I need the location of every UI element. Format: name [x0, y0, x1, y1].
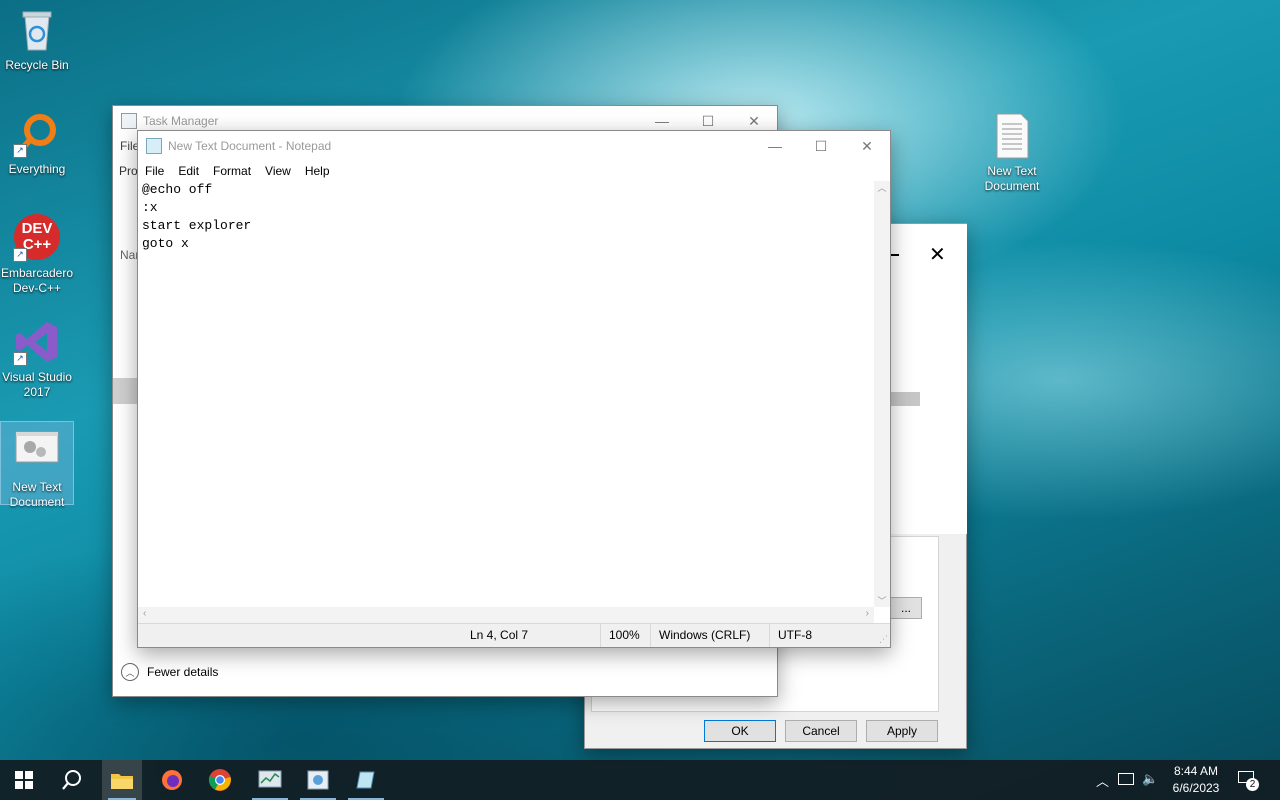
menu-edit[interactable]: Edit — [171, 164, 206, 178]
resize-grip-icon[interactable]: ⋰ — [879, 634, 888, 645]
apply-button[interactable]: Apply — [866, 720, 938, 742]
scroll-left-icon[interactable]: ‹ — [143, 608, 146, 619]
notepad-icon — [356, 771, 375, 789]
taskbar-file-explorer[interactable] — [102, 760, 142, 800]
window-title: New Text Document - Notepad — [168, 139, 332, 153]
clock-date: 6/6/2023 — [1172, 781, 1220, 795]
clock-time: 8:44 AM — [1173, 764, 1219, 778]
status-position: Ln 4, Col 7 — [470, 628, 529, 642]
shortcut-arrow-icon: ↗ — [13, 144, 27, 158]
network-icon[interactable] — [1118, 773, 1134, 785]
shortcut-arrow-icon: ↗ — [13, 248, 27, 262]
browse-button[interactable]: ... — [890, 597, 922, 619]
show-hidden-icons-chevron[interactable]: ︿ — [1096, 771, 1109, 790]
tab-processes[interactable]: Pro — [119, 164, 138, 178]
close-button[interactable]: ✕ — [844, 131, 890, 161]
taskbar: ︿ 🔈 8:44 AM 6/6/2023 2 — [0, 760, 1280, 800]
notepad-icon — [146, 138, 162, 154]
desktop-icon-dev-cpp[interactable]: DEV C++ ↗ Embarcadero Dev-C++ — [0, 214, 74, 298]
windows-logo-icon — [15, 771, 33, 789]
scroll-down-icon[interactable]: ﹀ — [874, 594, 890, 607]
desktop-icon-visual-studio[interactable]: ↗ Visual Studio 2017 — [0, 318, 74, 402]
file-explorer-icon — [111, 774, 133, 789]
cancel-button[interactable]: Cancel — [785, 720, 857, 742]
ok-button[interactable]: OK — [704, 720, 776, 742]
taskbar-task-manager[interactable] — [246, 760, 294, 800]
taskbar-notepad[interactable] — [342, 760, 390, 800]
notepad-titlebar[interactable]: New Text Document - Notepad — ☐ ✕ — [138, 131, 890, 161]
menu-help[interactable]: Help — [298, 164, 337, 178]
desktop-icon-batch-file[interactable]: New Text Document — [0, 421, 74, 509]
close-icon[interactable]: ✕ — [929, 244, 946, 266]
window-title: Task Manager — [143, 114, 219, 128]
everything-search-icon: ↗ — [13, 110, 61, 158]
recycle-bin-icon — [13, 6, 61, 54]
shortcut-arrow-icon: ↗ — [13, 352, 27, 366]
task-manager-icon — [258, 770, 282, 788]
desktop-icon-label: Dev-C++ — [12, 281, 62, 295]
minimize-button[interactable]: — — [752, 131, 798, 161]
taskbar-firefox[interactable] — [148, 760, 196, 800]
status-zoom: 100% — [600, 624, 651, 647]
desktop-icon-label: Document — [9, 495, 65, 509]
taskbar-control-panel[interactable] — [294, 760, 342, 800]
dialog-white-panel — [890, 224, 967, 534]
desktop-icon-label: 2017 — [23, 385, 51, 399]
notepad-window: New Text Document - Notepad — ☐ ✕ File E… — [137, 130, 891, 648]
chrome-icon — [208, 769, 231, 791]
desktop-icon-label: Recycle Bin — [5, 58, 69, 72]
notepad-text-area[interactable]: @echo off :x start explorer goto x — [138, 181, 874, 607]
task-manager-icon — [121, 113, 137, 129]
desktop-icon-text-file[interactable]: New Text Document — [975, 112, 1049, 196]
dialog-selected-row — [890, 392, 920, 406]
volume-muted-icon[interactable]: 🔈 — [1142, 771, 1158, 787]
taskbar-chrome[interactable] — [196, 760, 244, 800]
maximize-button[interactable]: ☐ — [798, 131, 844, 161]
menu-file[interactable]: File — [138, 164, 171, 178]
scroll-up-icon[interactable]: ︿ — [874, 181, 890, 194]
desktop-icon-label: Visual Studio — [2, 370, 72, 384]
dev-cpp-icon: DEV C++ ↗ — [13, 214, 61, 262]
minimize-icon[interactable] — [891, 254, 899, 256]
action-center-button[interactable]: 2 — [1236, 768, 1260, 792]
status-line-ending: Windows (CRLF) — [650, 624, 769, 647]
chevron-up-icon: ︿ — [121, 663, 139, 681]
control-panel-icon — [307, 770, 329, 790]
scroll-right-icon[interactable]: › — [866, 608, 869, 619]
fewer-details-button[interactable]: ︿ Fewer details — [121, 663, 218, 681]
status-encoding: UTF-8 — [769, 624, 812, 647]
desktop-icon-label: New Text — [12, 480, 62, 494]
desktop-icon-label: Document — [984, 179, 1040, 193]
desktop-icon-label: New Text — [987, 164, 1037, 178]
search-button[interactable] — [48, 760, 96, 800]
batch-file-icon — [13, 428, 61, 476]
desktop-icon-recycle-bin[interactable]: Recycle Bin — [0, 6, 74, 76]
notepad-menubar: File Edit Format View Help — [138, 161, 890, 181]
start-button[interactable] — [0, 760, 48, 800]
desktop-icon-label: Everything — [8, 162, 66, 176]
clock[interactable]: 8:44 AM 6/6/2023 — [1168, 763, 1224, 797]
desktop-icon-everything[interactable]: ↗ Everything — [0, 110, 74, 180]
vertical-scrollbar[interactable]: ︿ ﹀ — [874, 181, 890, 607]
text-file-icon — [988, 112, 1036, 160]
desktop-icon-label: Embarcadero — [0, 266, 74, 280]
notification-count-badge: 2 — [1246, 778, 1259, 791]
search-icon — [62, 770, 81, 790]
fewer-details-label: Fewer details — [147, 665, 219, 679]
visual-studio-icon: ↗ — [13, 318, 61, 366]
notepad-statusbar: Ln 4, Col 7 100% Windows (CRLF) UTF-8 ⋰ — [138, 623, 890, 647]
menu-view[interactable]: View — [258, 164, 298, 178]
firefox-icon — [162, 770, 182, 790]
horizontal-scrollbar[interactable]: ‹ › — [138, 607, 874, 624]
menu-format[interactable]: Format — [206, 164, 258, 178]
